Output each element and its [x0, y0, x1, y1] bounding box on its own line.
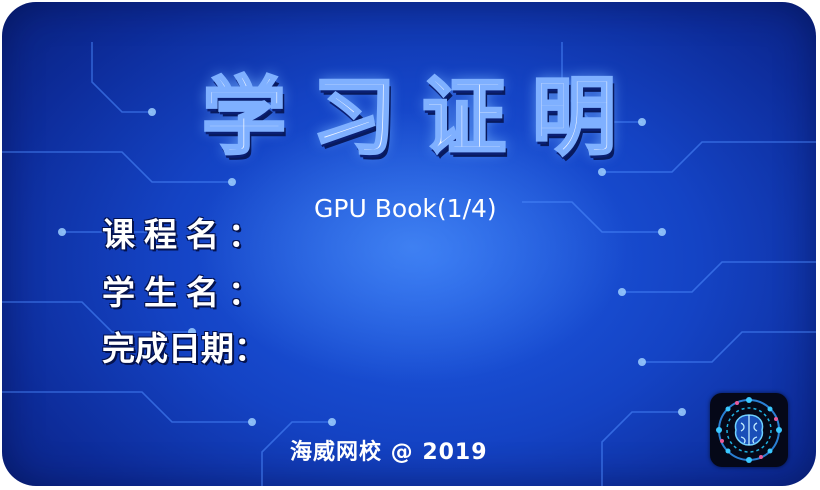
footer-copyright: 海威网校 @ 2019: [290, 440, 488, 465]
course-label: 课程名：: [102, 215, 270, 254]
certificate-card: 学习证明 GPU Book(1/4) 课程名： 学生名： 完成日期： 海威网校 …: [2, 2, 816, 486]
brain-circuit-icon: [710, 393, 788, 467]
completion-date-label: 完成日期：: [102, 329, 267, 368]
course-name-value: GPU Book(1/4): [314, 194, 497, 223]
student-label: 学生名：: [102, 273, 270, 312]
page-title: 学习证明: [200, 67, 642, 168]
